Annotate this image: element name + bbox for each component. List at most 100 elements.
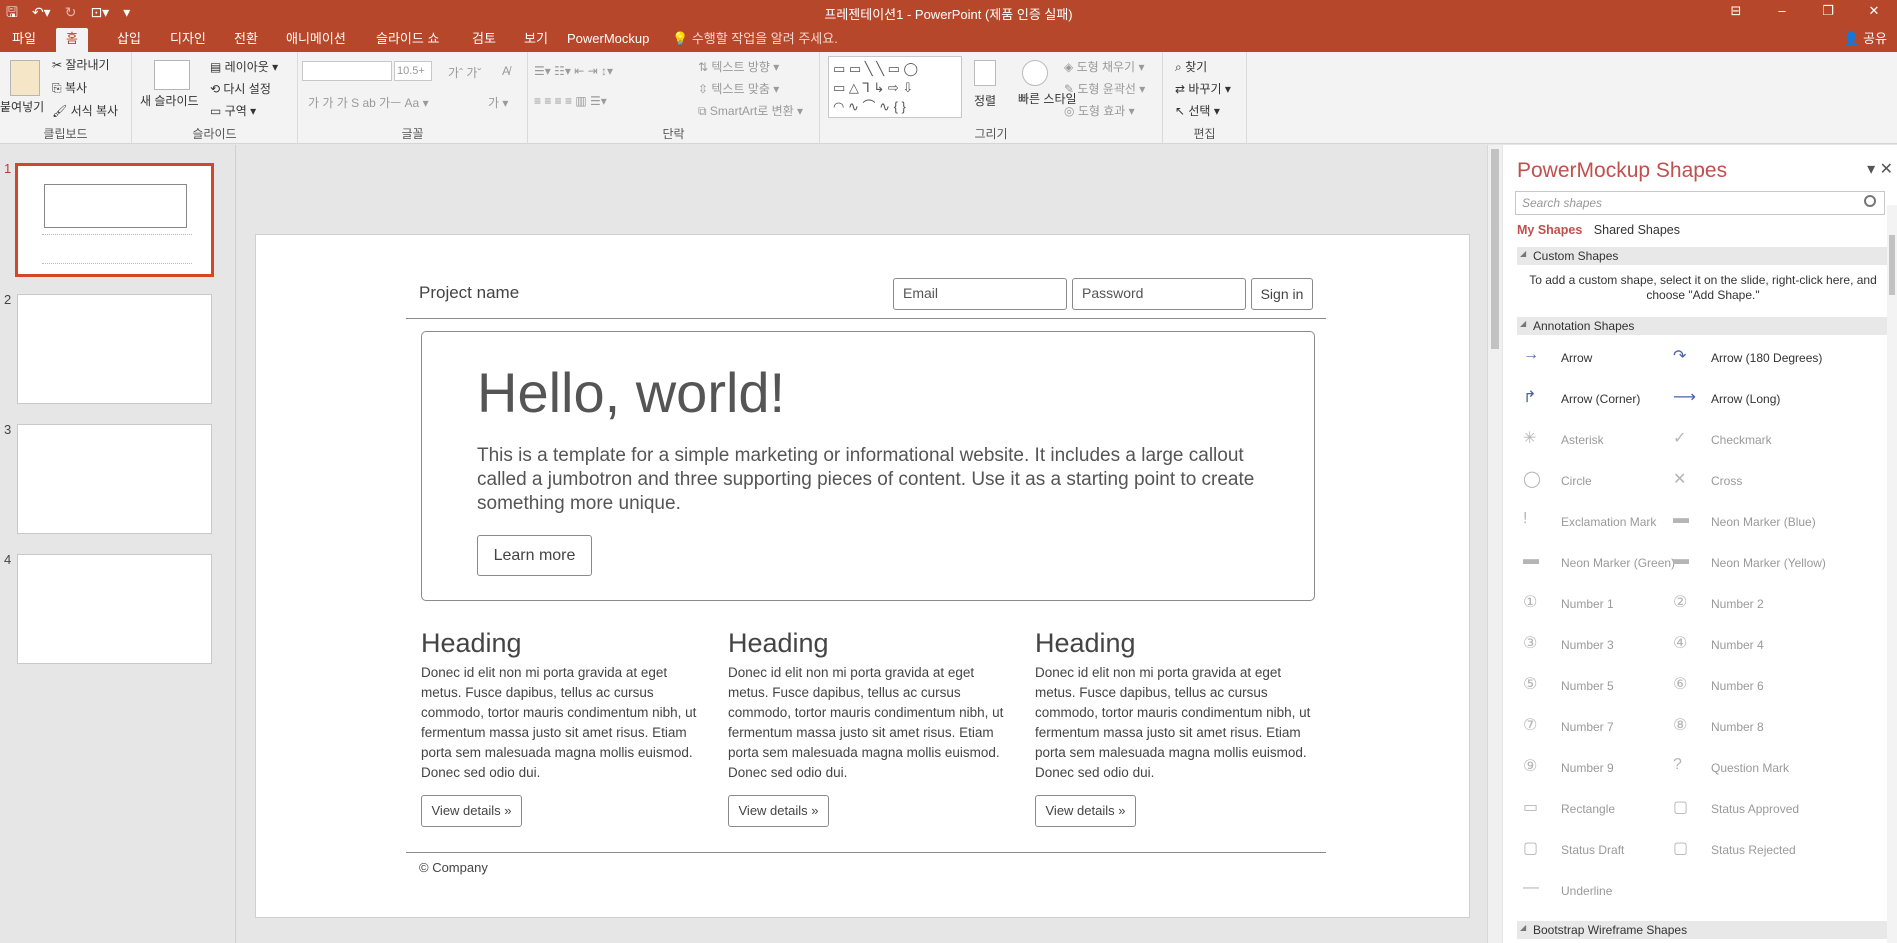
share-button[interactable]: 👤 공유: [1843, 28, 1887, 50]
tab-insert[interactable]: 삽입: [107, 28, 151, 52]
tab-review[interactable]: 검토: [462, 28, 506, 52]
find-button[interactable]: ⌕ 찾기: [1175, 58, 1207, 75]
shape-item[interactable]: ↷ Arrow (180 Degrees): [1667, 344, 1847, 374]
shape-preview-icon: ?: [1673, 756, 1682, 773]
shape-item[interactable]: ▬ Neon Marker (Yellow): [1667, 549, 1847, 579]
tab-powermockup[interactable]: PowerMockup: [557, 28, 659, 52]
view-details-button-1[interactable]: View details »: [421, 795, 522, 827]
shape-item[interactable]: ⑥ Number 6: [1667, 672, 1847, 702]
smartart-button[interactable]: ⧉ SmartArt로 변환 ▾: [698, 102, 803, 119]
pane-scroll-thumb[interactable]: [1889, 235, 1895, 295]
reset-button[interactable]: ⟲ 다시 설정: [210, 80, 271, 97]
footer-text[interactable]: © Company: [419, 860, 488, 875]
align-icons[interactable]: ≡ ≡ ≡ ≡ ▥ ☰▾: [534, 94, 607, 108]
clear-format-icon[interactable]: A̸: [502, 64, 510, 78]
custom-shapes-help: To add a custom shape, select it on the …: [1529, 273, 1877, 302]
font-size-combo[interactable]: 10.5+: [394, 61, 432, 81]
scroll-thumb[interactable]: [1491, 149, 1499, 349]
jumbotron[interactable]: Hello, world! This is a template for a s…: [421, 331, 1315, 601]
shape-item[interactable]: — Underline: [1517, 877, 1697, 907]
quick-styles-icon: [1022, 60, 1048, 86]
powermockup-pane: PowerMockup Shapes ▾ ✕ Search shapes My …: [1503, 145, 1897, 943]
new-slide-icon[interactable]: [154, 60, 190, 90]
font-color-icon[interactable]: 가 ▾: [488, 94, 508, 111]
section-bootstrap-shapes[interactable]: Bootstrap Wireframe Shapes: [1517, 921, 1889, 939]
shape-item[interactable]: ▬ Neon Marker (Blue): [1667, 508, 1847, 538]
workspace-scrollbar[interactable]: [1487, 145, 1502, 943]
slide-canvas[interactable]: Project name Email Password Sign in Hell…: [255, 234, 1470, 918]
cut-button[interactable]: ✂ 잘라내기: [52, 56, 110, 73]
shape-item[interactable]: ⑧ Number 8: [1667, 713, 1847, 743]
format-painter-button[interactable]: 🖌 서식 복사: [52, 102, 118, 119]
replace-button[interactable]: ⇄ 바꾸기 ▾: [1175, 80, 1231, 97]
section-custom-shapes[interactable]: Custom Shapes: [1517, 247, 1889, 265]
group-label-paragraph: 단락: [662, 127, 685, 141]
shape-item[interactable]: ✓ Checkmark: [1667, 426, 1847, 456]
minimize-icon[interactable]: –: [1759, 0, 1805, 24]
slide-thumbnail-2[interactable]: [17, 294, 212, 404]
search-icon[interactable]: [1864, 195, 1876, 207]
pane-scrollbar[interactable]: [1887, 205, 1897, 943]
text-direction-button[interactable]: ⇅ 텍스트 방향 ▾: [698, 58, 779, 75]
close-icon[interactable]: ✕: [1851, 0, 1897, 24]
tab-transitions[interactable]: 전환: [224, 28, 268, 52]
shape-item[interactable]: ? Question Mark: [1667, 754, 1847, 784]
slide-thumbnail-1[interactable]: [15, 163, 214, 277]
pane-tabs: My Shapes Shared Shapes: [1517, 223, 1680, 237]
copy-button[interactable]: ⎘ 복사: [52, 79, 87, 96]
group-font: 10.5+ 가ˆ 가ˇ A̸ 가 가 가 S ab 가ᅳ Aa ▾ 가 ▾ 글꼴: [298, 52, 528, 144]
jumbotron-lead[interactable]: This is a template for a simple marketin…: [477, 444, 1267, 516]
content-column-2[interactable]: Heading Donec id elit non mi porta gravi…: [728, 628, 1013, 783]
search-input[interactable]: Search shapes: [1515, 191, 1885, 215]
section-button[interactable]: ▭ 구역 ▾: [210, 102, 256, 119]
arrange-button[interactable]: 정렬: [974, 92, 996, 109]
ribbon-display-icon[interactable]: ⊟: [1713, 0, 1759, 24]
select-button[interactable]: ↖ 선택 ▾: [1175, 102, 1220, 119]
learn-more-button[interactable]: Learn more: [477, 535, 592, 576]
pane-close-icon[interactable]: ▾ ✕: [1867, 159, 1893, 179]
tab-shared-shapes[interactable]: Shared Shapes: [1594, 223, 1680, 237]
shape-item[interactable]: ② Number 2: [1667, 590, 1847, 620]
font-name-combo[interactable]: [302, 61, 392, 81]
shape-item[interactable]: ④ Number 4: [1667, 631, 1847, 661]
shape-item[interactable]: ▢ Status Approved: [1667, 795, 1847, 825]
shape-fill-button[interactable]: ◈ 도형 채우기 ▾: [1064, 58, 1144, 75]
align-text-button[interactable]: ⇳ 텍스트 맞춤 ▾: [698, 80, 779, 97]
shapes-gallery[interactable]: ▭ ▭ ╲ ╲ ▭ ◯ ▭ △ ⅂ ↳ ⇨ ⇩ ◠ ∿ ⌒ ∿ { }: [828, 56, 962, 118]
password-field[interactable]: Password: [1072, 278, 1246, 310]
font-style-icons[interactable]: 가 가 가 S ab 가ᅳ Aa ▾: [308, 94, 429, 111]
shape-item[interactable]: ✕ Cross: [1667, 467, 1847, 497]
tab-home[interactable]: 홈: [56, 28, 88, 52]
shape-label: Arrow (Corner): [1561, 392, 1641, 406]
font-grow-icon[interactable]: 가ˆ 가ˇ: [448, 64, 481, 81]
tell-me-box[interactable]: 💡 수행할 작업을 알려 주세요.: [672, 28, 838, 50]
tab-file[interactable]: 파일: [2, 28, 46, 52]
content-column-1[interactable]: Heading Donec id elit non mi porta gravi…: [421, 628, 706, 783]
signin-button[interactable]: Sign in: [1251, 278, 1313, 310]
view-details-button-3[interactable]: View details »: [1035, 795, 1136, 827]
tab-my-shapes[interactable]: My Shapes: [1517, 223, 1582, 237]
shape-item[interactable]: ▢ Status Rejected: [1667, 836, 1847, 866]
view-details-button-2[interactable]: View details »: [728, 795, 829, 827]
shape-outline-button[interactable]: ✎ 도형 윤곽선 ▾: [1064, 80, 1145, 97]
project-name[interactable]: Project name: [419, 283, 519, 303]
paste-button[interactable]: 붙여넣기: [0, 98, 44, 115]
tab-animations[interactable]: 애니메이션: [276, 28, 356, 52]
tab-design[interactable]: 디자인: [160, 28, 216, 52]
paste-icon[interactable]: [10, 60, 40, 96]
tab-view[interactable]: 보기: [514, 28, 558, 52]
section-annotation-shapes[interactable]: Annotation Shapes: [1517, 317, 1889, 335]
slide-thumbnail-4[interactable]: [17, 554, 212, 664]
tab-slideshow[interactable]: 슬라이드 쇼: [366, 28, 449, 52]
new-slide-button[interactable]: 새 슬라이드: [140, 92, 199, 109]
jumbotron-heading[interactable]: Hello, world!: [477, 360, 785, 425]
content-column-3[interactable]: Heading Donec id elit non mi porta gravi…: [1035, 628, 1320, 783]
email-field[interactable]: Email: [893, 278, 1067, 310]
group-paragraph: ☰▾ ☷▾ ⇤ ⇥ ↕▾ ≡ ≡ ≡ ≡ ▥ ☰▾ ⇅ 텍스트 방향 ▾ ⇳ 텍…: [528, 52, 820, 144]
shape-item[interactable]: ⟶ Arrow (Long): [1667, 385, 1847, 415]
list-icons[interactable]: ☰▾ ☷▾ ⇤ ⇥ ↕▾: [534, 64, 613, 78]
slide-thumbnail-3[interactable]: [17, 424, 212, 534]
layout-button[interactable]: ▤ 레이아웃 ▾: [210, 58, 278, 75]
shape-effects-button[interactable]: ◎ 도형 효과 ▾: [1064, 102, 1135, 119]
restore-icon[interactable]: ❐: [1805, 0, 1851, 24]
